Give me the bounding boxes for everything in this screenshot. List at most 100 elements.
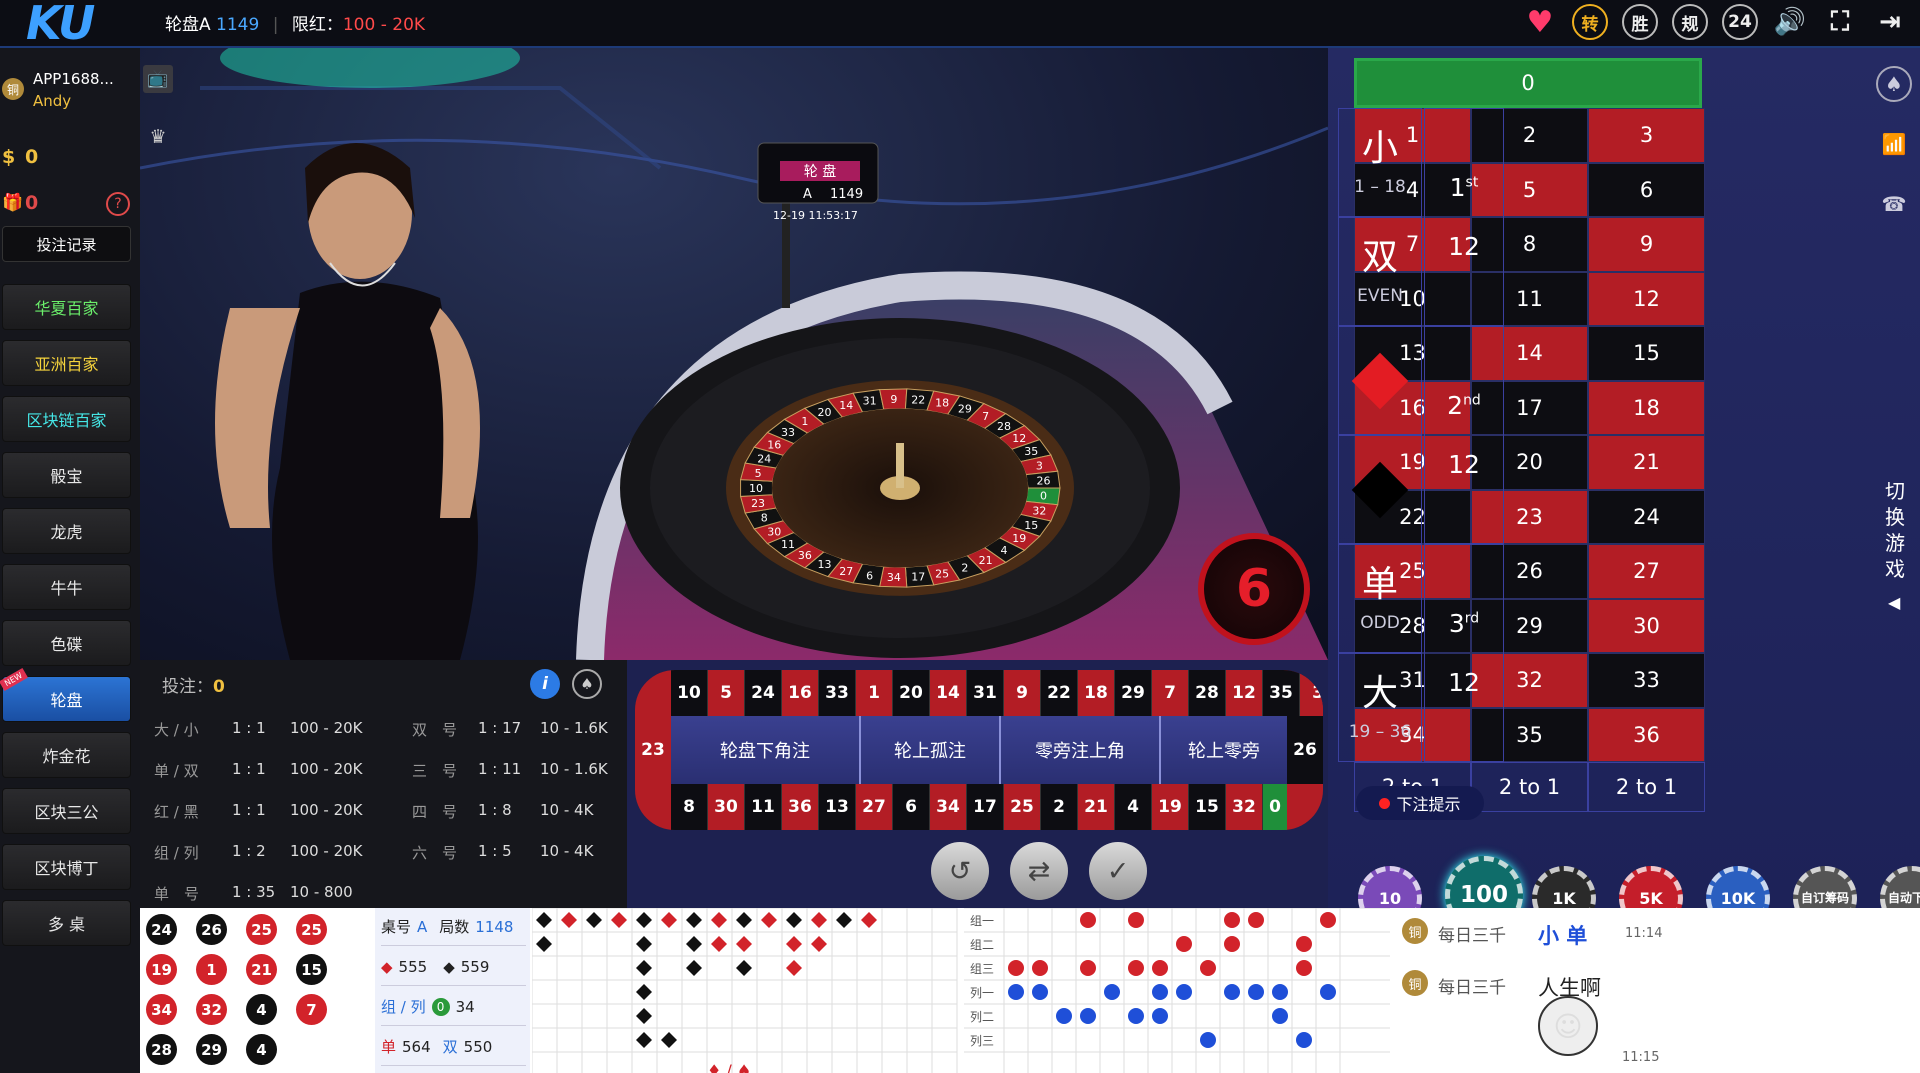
track-number[interactable]: 6 [893, 784, 930, 830]
track-number[interactable]: 21 [1078, 784, 1115, 830]
track-section-2[interactable]: 零旁注上角 [1001, 716, 1161, 784]
phone-icon[interactable]: ☎ [1876, 186, 1912, 222]
confirm-button[interactable]: ✓ [1089, 842, 1147, 900]
track-zero[interactable]: 0 [1263, 784, 1287, 830]
track-number[interactable]: 33 [819, 670, 856, 716]
track-number[interactable]: 9 [1004, 670, 1041, 716]
undo-button[interactable]: ↺ [931, 842, 989, 900]
exit-icon[interactable]: ⇥ [1872, 4, 1908, 40]
even-bet[interactable]: 双 EVEN [1338, 217, 1422, 326]
tv-icon[interactable]: 📺 [143, 65, 173, 93]
track-number[interactable]: 30 [708, 784, 745, 830]
heart-icon[interactable]: ♥ [1522, 4, 1558, 40]
track-number[interactable]: 18 [1078, 670, 1115, 716]
track-number[interactable]: 16 [782, 670, 819, 716]
win-icon[interactable]: 胜 [1622, 4, 1658, 40]
sidebar-item-7[interactable]: 轮盘 [2, 676, 131, 722]
track-number[interactable]: 8 [671, 784, 708, 830]
track-number[interactable]: 29 [1115, 670, 1152, 716]
track-number[interactable]: 3 [1300, 670, 1323, 716]
number-cell[interactable]: 33 [1588, 653, 1705, 708]
track-section-3[interactable]: 轮上零旁 [1161, 716, 1287, 784]
track-number[interactable]: 36 [782, 784, 819, 830]
track-number[interactable]: 24 [745, 670, 782, 716]
dozen-bet[interactable]: 1st 12 [1424, 108, 1504, 326]
track-section-1[interactable]: 轮上孤注 [861, 716, 1001, 784]
volume-icon[interactable]: 🔊 [1772, 4, 1808, 40]
number-cell[interactable]: 21 [1588, 435, 1705, 490]
track-number[interactable]: 17 [967, 784, 1004, 830]
track-number[interactable]: 12 [1226, 670, 1263, 716]
track-number[interactable]: 15 [1189, 784, 1226, 830]
number-cell[interactable]: 36 [1588, 707, 1705, 762]
zero-cell[interactable]: 0 [1354, 58, 1702, 108]
number-cell[interactable]: 3 [1588, 108, 1705, 163]
spade-circle-icon[interactable]: ♠ [1876, 66, 1912, 102]
dozen-bet[interactable]: 3rd 12 [1424, 544, 1504, 762]
wifi-icon[interactable]: 📶 [1876, 126, 1912, 162]
sidebar-item-8[interactable]: 炸金花 [2, 732, 131, 778]
track-number[interactable]: 22 [1041, 670, 1078, 716]
info-icon[interactable]: i [530, 669, 560, 699]
track-number[interactable]: 5 [708, 670, 745, 716]
odd-bet[interactable]: 单 ODD [1338, 544, 1422, 653]
track-number[interactable]: 27 [856, 784, 893, 830]
transfer-icon[interactable]: 转 [1572, 4, 1608, 40]
track-number[interactable]: 35 [1263, 670, 1300, 716]
sidebar-item-6[interactable]: 色碟 [2, 620, 131, 666]
track-section-0[interactable]: 轮盘下角注 [671, 716, 861, 784]
sidebar-item-1[interactable]: 亚洲百家 [2, 340, 131, 386]
number-cell[interactable]: 15 [1588, 326, 1705, 381]
help-icon[interactable]: ? [106, 192, 130, 216]
red-bet[interactable] [1338, 326, 1422, 435]
small-bet[interactable]: 小 1 – 18 [1338, 108, 1422, 217]
track-number[interactable]: 10 [671, 670, 708, 716]
bet-hint-button[interactable]: 下注提示 [1356, 786, 1484, 820]
column-bet[interactable]: 2 to 1 [1471, 762, 1588, 812]
track-number[interactable]: 19 [1152, 784, 1189, 830]
switch-game-tab[interactable]: 切换游戏 [1882, 478, 1908, 582]
track-number[interactable]: 34 [930, 784, 967, 830]
track-number[interactable]: 7 [1152, 670, 1189, 716]
collapse-arrow-icon[interactable]: ◀ [1888, 593, 1900, 612]
bet-history-button[interactable]: 投注记录 [2, 226, 131, 262]
track-number[interactable]: 11 [745, 784, 782, 830]
rules-icon[interactable]: 规 [1672, 4, 1708, 40]
track-number[interactable]: 26 [1287, 716, 1323, 784]
sidebar-item-3[interactable]: 骰宝 [2, 452, 131, 498]
track-number[interactable]: 23 [635, 716, 671, 784]
black-bet[interactable] [1338, 435, 1422, 544]
sidebar-item-11[interactable]: 多 桌 [2, 900, 131, 946]
spade-icon[interactable]: ♠ [572, 669, 602, 699]
big-bet[interactable]: 大 19 – 36 [1338, 653, 1422, 762]
number-cell[interactable]: 9 [1588, 217, 1705, 272]
crown-icon[interactable]: ♛ [143, 123, 173, 151]
sidebar-item-0[interactable]: 华夏百家 [2, 284, 131, 330]
track-number[interactable]: 2 [1041, 784, 1078, 830]
track-number[interactable]: 31 [967, 670, 1004, 716]
track-number[interactable]: 1 [856, 670, 893, 716]
sidebar-item-5[interactable]: 牛牛 [2, 564, 131, 610]
dozen-bet[interactable]: 2nd 12 [1424, 326, 1504, 544]
support-24-icon[interactable]: 24 [1722, 4, 1758, 40]
track-number[interactable]: 14 [930, 670, 967, 716]
number-cell[interactable]: 18 [1588, 380, 1705, 435]
fullscreen-icon[interactable]: ⛶ [1822, 4, 1858, 40]
number-cell[interactable]: 27 [1588, 544, 1705, 599]
number-cell[interactable]: 24 [1588, 489, 1705, 544]
number-cell[interactable]: 6 [1588, 162, 1705, 217]
track-number[interactable]: 13 [819, 784, 856, 830]
track-number[interactable]: 32 [1226, 784, 1263, 830]
sidebar-item-2[interactable]: 区块链百家 [2, 396, 131, 442]
number-cell[interactable]: 12 [1588, 271, 1705, 326]
number-cell[interactable]: 30 [1588, 598, 1705, 653]
track-number[interactable]: 28 [1189, 670, 1226, 716]
sidebar-item-4[interactable]: 龙虎 [2, 508, 131, 554]
track-number[interactable]: 4 [1115, 784, 1152, 830]
sidebar-item-9[interactable]: 区块三公 [2, 788, 131, 834]
repeat-button[interactable]: ⇄ [1010, 842, 1068, 900]
sidebar-item-10[interactable]: 区块博丁 [2, 844, 131, 890]
track-number[interactable]: 25 [1004, 784, 1041, 830]
track-number[interactable]: 20 [893, 670, 930, 716]
column-bet[interactable]: 2 to 1 [1588, 762, 1705, 812]
